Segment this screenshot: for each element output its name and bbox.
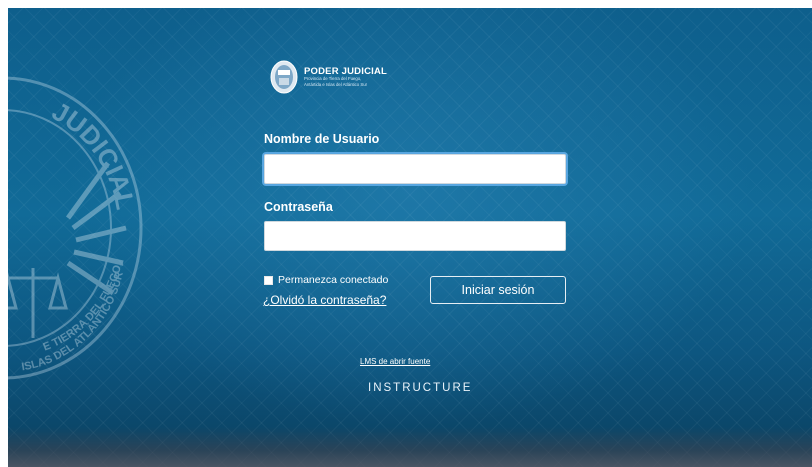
brand-subtitle-2: Antártida e Islas del Atlántico Sur xyxy=(304,81,368,87)
forgot-password-link[interactable]: ¿Olvidó la contraseña? xyxy=(263,293,386,307)
brand-title: PODER JUDICIAL xyxy=(304,65,388,77)
shield-logo-icon xyxy=(270,60,298,94)
login-button[interactable]: Iniciar sesión xyxy=(430,276,566,304)
brand-header: PODER JUDICIAL Provincia de Tierra del F… xyxy=(270,60,387,94)
court-seal-watermark: JUDICIAL E TIERRA DEL FUEGO, ISLAS DEL A… xyxy=(8,76,143,380)
password-input[interactable] xyxy=(264,221,566,251)
login-page: JUDICIAL E TIERRA DEL FUEGO, ISLAS DEL A… xyxy=(8,8,812,467)
instructure-logo-text: INSTRUCTURE xyxy=(368,382,473,394)
username-label: Nombre de Usuario xyxy=(264,132,380,146)
password-label: Contraseña xyxy=(264,200,333,214)
username-input[interactable] xyxy=(264,154,566,184)
remember-me-checkbox[interactable] xyxy=(264,275,273,285)
remember-me[interactable]: Permanezca conectado xyxy=(264,274,388,286)
open-source-lms-link[interactable]: LMS de abrir fuente xyxy=(360,357,430,366)
bottom-band xyxy=(8,427,812,467)
remember-me-label[interactable]: Permanezca conectado xyxy=(278,274,388,286)
scales-of-justice-icon xyxy=(8,268,68,338)
